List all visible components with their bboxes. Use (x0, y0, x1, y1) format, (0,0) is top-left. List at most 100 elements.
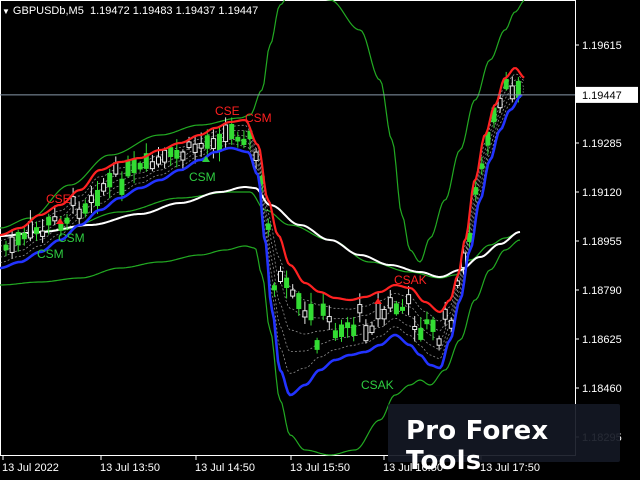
watermark-text: Pro Forex Tools (406, 416, 549, 476)
current-price-label: 1.19447 (582, 90, 622, 102)
candle-body (82, 203, 88, 214)
candle-body (76, 208, 82, 219)
signal-label: CSM (37, 247, 64, 261)
candle-body (107, 172, 113, 188)
chart-header: ▼ GBPUSDb,M5 1.19472 1.19483 1.19437 1.19… (2, 5, 258, 17)
candle-body (70, 196, 76, 206)
candle-body (149, 161, 155, 170)
candle-body (125, 159, 131, 177)
candle-body (436, 338, 442, 346)
candle-body (345, 322, 351, 329)
candle-body (387, 297, 393, 309)
candle-body (58, 223, 64, 231)
candle-body (186, 141, 192, 149)
candle-body (357, 304, 363, 314)
candle-body (265, 223, 271, 230)
candle-body (271, 285, 277, 291)
plot-frame (0, 0, 576, 456)
candle-body (168, 147, 174, 157)
candle-body (351, 324, 357, 336)
candle-body (442, 308, 448, 320)
price-tick-label: 1.18625 (582, 334, 622, 346)
candle-body (308, 303, 314, 321)
collapse-triangle-icon[interactable]: ▼ (2, 7, 10, 16)
candle-body (339, 324, 344, 338)
symbol-label: GBPUSDb,M5 (12, 5, 84, 17)
candle-body (46, 216, 52, 226)
candle-body (284, 277, 290, 289)
price-tick-label: 1.18790 (582, 285, 622, 297)
candle-body (430, 319, 436, 332)
price-tick-label: 1.19615 (582, 40, 622, 52)
candle-body (314, 340, 320, 350)
candle-body (198, 142, 204, 149)
signal-label: CSE (46, 192, 71, 206)
candle-body (52, 216, 58, 222)
price-tick-label: 1.19285 (582, 138, 622, 150)
candle-body (137, 163, 143, 170)
candle-body (64, 217, 70, 224)
candle-body (235, 136, 241, 142)
candle-body (393, 303, 399, 315)
candle-body (40, 230, 46, 237)
candle-body (479, 163, 485, 169)
time-tick-label: 13 Jul 14:50 (195, 462, 255, 474)
candle-body (503, 78, 509, 90)
candle-body (210, 138, 216, 150)
candle-body (27, 221, 33, 239)
time-tick-label: 13 Jul 15:50 (290, 462, 350, 474)
candle-body (241, 138, 247, 145)
candle-body (15, 231, 21, 246)
candle-body (223, 124, 229, 143)
candle-body (363, 325, 369, 342)
candle-body (95, 189, 100, 207)
price-tick-label: 1.19120 (582, 187, 622, 199)
candle-body (467, 232, 473, 242)
candle-body (174, 149, 180, 159)
candle-body (412, 325, 418, 331)
signal-label: CSM (189, 170, 216, 184)
signal-label: CSE (215, 104, 240, 118)
watermark-box: Pro Forex Tools (388, 404, 620, 476)
candle-body (34, 227, 39, 234)
candle-body (473, 187, 479, 195)
signal-label: CSM (58, 231, 85, 245)
signal-label: CSAK (394, 273, 427, 287)
candle-body (302, 310, 308, 318)
candle-body (204, 135, 210, 149)
candle-body (278, 270, 283, 283)
time-tick-label: 13 Jul 2022 (2, 462, 59, 474)
time-tick-label: 13 Jul 13:50 (100, 462, 160, 474)
candle-body (180, 151, 186, 161)
candle-body (162, 149, 168, 163)
candle-body (21, 233, 27, 240)
price-tick-label: 1.18955 (582, 236, 622, 248)
candle-body (381, 308, 387, 320)
candle-body (131, 159, 137, 174)
ohlc-readout: 1.19472 1.19483 1.19437 1.19447 (89, 5, 259, 17)
candle-body (3, 244, 9, 251)
price-tick-label: 1.18460 (582, 383, 622, 395)
candle-body (509, 85, 515, 100)
candle-body (156, 156, 161, 165)
candle-body (406, 294, 412, 305)
candle-body (192, 143, 198, 153)
candle-body (400, 306, 405, 311)
candle-body (326, 316, 332, 323)
signal-label: CSAK (361, 378, 394, 392)
candle-body (217, 133, 222, 152)
candle-body (229, 124, 235, 139)
candle-body (296, 293, 302, 310)
signal-label: CSM (245, 111, 272, 125)
candle-body (253, 151, 259, 162)
candle-body (88, 195, 94, 203)
candle-body (320, 303, 326, 316)
candle-body (290, 289, 296, 297)
candle-body (418, 327, 424, 340)
candle-body (375, 301, 381, 320)
candle-body (332, 330, 338, 339)
candle-body (101, 183, 107, 192)
candle-body (369, 325, 375, 334)
candle-body (9, 236, 15, 253)
candle-body (119, 178, 125, 195)
